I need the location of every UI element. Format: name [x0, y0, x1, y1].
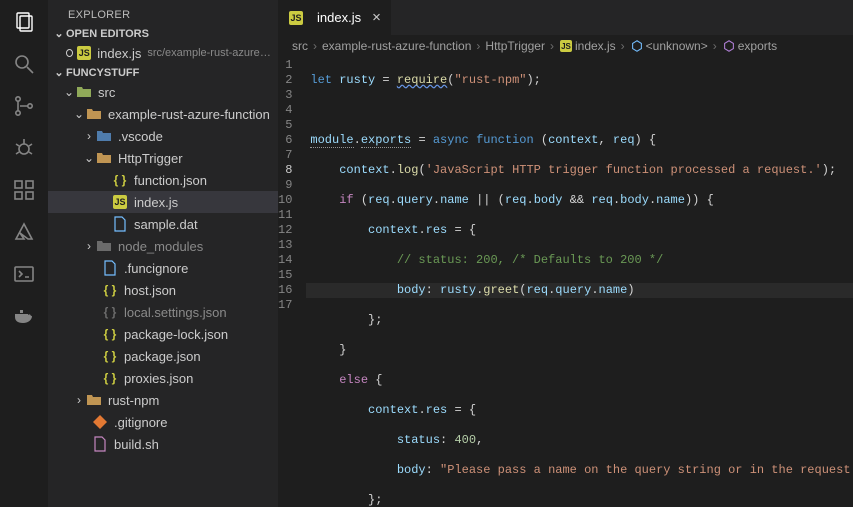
chevron-right-icon: ›: [72, 393, 86, 407]
tree-file-package-json[interactable]: ·{ }package.json: [48, 345, 278, 367]
tree-file-function-json[interactable]: ·{ }function.json: [48, 169, 278, 191]
sidebar-title: EXPLORER: [48, 0, 278, 25]
editor-tabs: JS index.js ×: [278, 0, 853, 35]
folder-icon: [96, 238, 112, 254]
terminal-icon[interactable]: [12, 262, 36, 286]
chevron-down-icon: ⌄: [62, 85, 76, 99]
shell-file-icon: [92, 436, 108, 452]
explorer-icon[interactable]: [12, 10, 36, 34]
tree-folder-project[interactable]: ⌄example-rust-azure-function: [48, 103, 278, 125]
folder-icon: [86, 106, 102, 122]
json-file-icon: { }: [102, 370, 118, 386]
json-file-icon: { }: [102, 326, 118, 342]
tree-folder-rust-npm[interactable]: ›rust-npm: [48, 389, 278, 411]
open-editors-header[interactable]: ⌄ OPEN EDITORS: [48, 25, 278, 42]
tree-file-host-json[interactable]: ·{ }host.json: [48, 279, 278, 301]
search-icon[interactable]: [12, 52, 36, 76]
git-file-icon: [92, 414, 108, 430]
tree-folder-vscode[interactable]: ›.vscode: [48, 125, 278, 147]
chevron-down-icon: ⌄: [52, 27, 66, 40]
json-file-icon: { }: [102, 282, 118, 298]
code-content[interactable]: let rusty = require("rust-npm"); module.…: [306, 57, 853, 507]
extensions-icon[interactable]: [12, 178, 36, 202]
tree-folder-node-modules[interactable]: ›node_modules: [48, 235, 278, 257]
azure-icon[interactable]: [12, 220, 36, 244]
editor-area: JS index.js × src› example-rust-azure-fu…: [278, 0, 853, 507]
json-file-icon: { }: [102, 304, 118, 320]
js-file-icon: JS: [288, 10, 304, 26]
sidebar: EXPLORER ⌄ OPEN EDITORS JS index.js src/…: [48, 0, 278, 507]
chevron-down-icon: ⌄: [52, 66, 66, 79]
chevron-down-icon: ⌄: [82, 151, 96, 165]
line-numbers: 1234567891011121314151617: [278, 57, 306, 507]
breadcrumb[interactable]: src› example-rust-azure-function› HttpTr…: [278, 35, 853, 57]
tree-file-gitignore[interactable]: ·.gitignore: [48, 411, 278, 433]
close-icon[interactable]: ×: [372, 9, 381, 26]
code-editor[interactable]: 1234567891011121314151617 let rusty = re…: [278, 57, 853, 507]
tree-file-package-lock[interactable]: ·{ }package-lock.json: [48, 323, 278, 345]
js-file-icon: JS: [559, 39, 573, 53]
symbol-icon: [722, 39, 736, 53]
tree-file-sample-dat[interactable]: ·sample.dat: [48, 213, 278, 235]
tree-file-build-sh[interactable]: ·build.sh: [48, 433, 278, 455]
tree-folder-src[interactable]: ⌄src: [48, 81, 278, 103]
tab-index-js[interactable]: JS index.js ×: [278, 0, 391, 35]
tree-file-local-settings[interactable]: ·{ }local.settings.json: [48, 301, 278, 323]
file-tree: ⌄src ⌄example-rust-azure-function ›.vsco…: [48, 81, 278, 507]
docker-icon[interactable]: [12, 304, 36, 328]
tree-file-proxies-json[interactable]: ·{ }proxies.json: [48, 367, 278, 389]
file-icon: [112, 216, 128, 232]
chevron-down-icon: ⌄: [72, 107, 86, 121]
js-file-icon: JS: [77, 45, 91, 61]
symbol-icon: [630, 39, 644, 53]
file-icon: [102, 260, 118, 276]
workspace-header[interactable]: ⌄ FUNCYSTUFF: [48, 64, 278, 81]
folder-icon: [96, 128, 112, 144]
tree-folder-httptrigger[interactable]: ⌄HttpTrigger: [48, 147, 278, 169]
folder-icon: [96, 150, 112, 166]
chevron-right-icon: ›: [82, 129, 96, 143]
tree-file-funcignore[interactable]: ·.funcignore: [48, 257, 278, 279]
chevron-right-icon: ›: [82, 239, 96, 253]
folder-icon: [86, 392, 102, 408]
tree-file-index-js[interactable]: ·JSindex.js: [48, 191, 278, 213]
open-editor-item[interactable]: JS index.js src/example-rust-azure-fun…: [48, 42, 278, 64]
json-file-icon: { }: [112, 172, 128, 188]
source-control-icon[interactable]: [12, 94, 36, 118]
activity-bar: [0, 0, 48, 507]
json-file-icon: { }: [102, 348, 118, 364]
debug-icon[interactable]: [12, 136, 36, 160]
folder-icon: [76, 84, 92, 100]
js-file-icon: JS: [112, 194, 128, 210]
modified-indicator-icon: [66, 49, 73, 57]
